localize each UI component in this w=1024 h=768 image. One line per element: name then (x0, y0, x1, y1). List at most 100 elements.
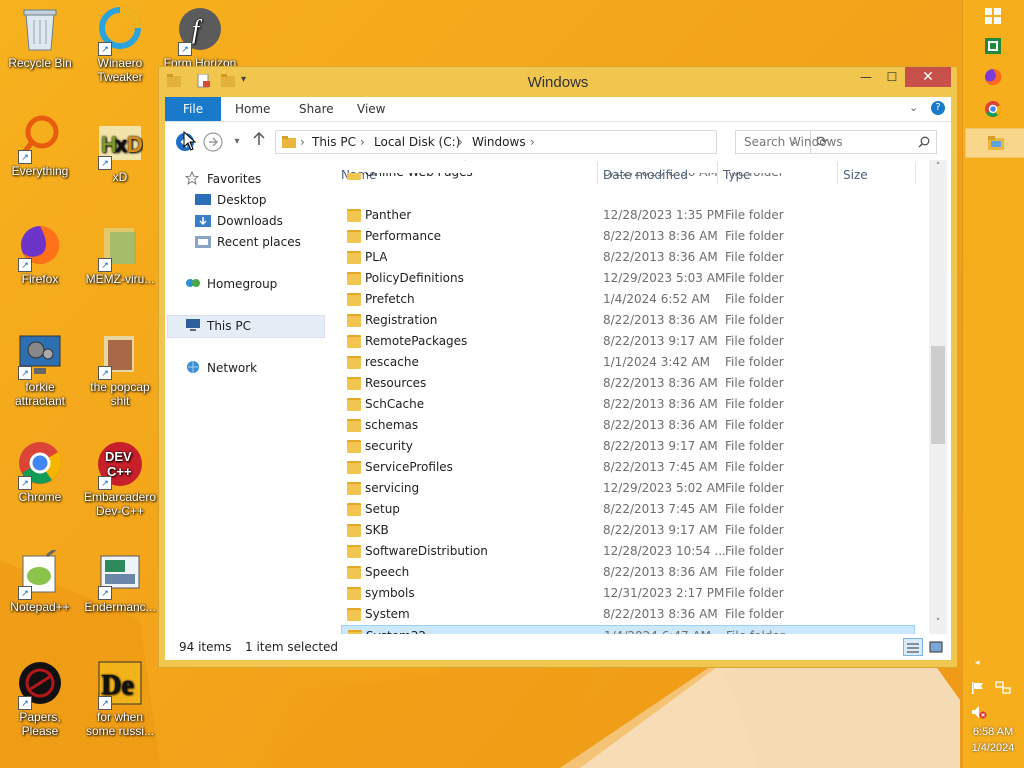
minimize-button[interactable]: — (853, 67, 879, 87)
scroll-up-icon[interactable]: ˄ (929, 162, 947, 172)
clock-date[interactable]: 1/4/2024 (962, 742, 1024, 754)
forward-button[interactable] (203, 132, 223, 152)
desktop-icon-firefox[interactable]: ↗ Firefox (0, 222, 80, 286)
desktop-icon-endermanch[interactable]: ↗ Endermanc... (80, 550, 160, 614)
desktop-icon-everything[interactable]: ↗ Everything (0, 114, 80, 178)
desktop-icon-the-popcap-shit[interactable]: ↗ the popcap shit (80, 330, 160, 408)
table-row[interactable]: ServiceProfiles 8/22/2013 7:45 AM File fol… (341, 457, 913, 478)
table-row[interactable]: PolicyDefinitions 12/29/2023 5:03 AM File … (341, 268, 913, 289)
nav-recent-places[interactable]: Recent places (195, 232, 301, 253)
breadcrumb-separator[interactable]: › (300, 131, 305, 153)
nav-favorites[interactable]: Favorites (184, 169, 261, 190)
breadcrumb-this-pc[interactable]: This PC (312, 131, 356, 153)
file-type: File folder (725, 523, 784, 537)
shortcut-arrow-icon: ↗ (98, 156, 112, 170)
desktop-icon-forkie-attractant[interactable]: ↗ forkie attractant (0, 330, 80, 408)
table-row[interactable]: Resources 8/22/2013 8:36 AM File folder (341, 373, 913, 394)
details-view-button[interactable] (903, 638, 923, 656)
breadcrumb-separator[interactable]: › (458, 131, 463, 153)
address-bar[interactable]: › This PC › Local Disk (C:) › Windows › … (275, 130, 828, 154)
chrome-icon: ↗ (16, 440, 64, 490)
table-row[interactable]: Speech 8/22/2013 8:36 AM File folder (341, 562, 913, 583)
breadcrumb-windows[interactable]: Windows (472, 131, 526, 153)
nav-homegroup[interactable]: Homegroup (185, 274, 277, 295)
table-row[interactable]: SchCache 8/22/2013 8:36 AM File folder (341, 394, 913, 415)
table-row[interactable]: PLA 8/22/2013 8:36 AM File folder (341, 247, 913, 268)
desktop-icon-recycle-bin[interactable]: Recycle Bin (0, 6, 80, 70)
search-box[interactable]: Search Windows (735, 130, 937, 154)
chrome-taskbar-icon[interactable] (979, 95, 1007, 123)
column-separator[interactable] (915, 162, 916, 184)
table-row[interactable]: Performance 8/22/2013 8:36 AM File folder (341, 226, 913, 247)
table-row[interactable]: servicing 12/29/2023 5:02 AM File folder (341, 478, 913, 499)
tab-home[interactable]: Home (225, 97, 280, 121)
nav-this-pc[interactable]: This PC (185, 316, 251, 337)
table-row[interactable]: Setup 8/22/2013 7:45 AM File folder (341, 499, 913, 520)
table-row[interactable]: security 8/22/2013 9:17 AM File folder (341, 436, 913, 457)
vertical-scrollbar[interactable]: ˄ ˅ (929, 160, 947, 634)
scroll-down-icon[interactable]: ˅ (929, 618, 947, 628)
table-row[interactable]: schemas 8/22/2013 8:36 AM File folder (341, 415, 913, 436)
file-name: System32 (366, 626, 426, 634)
help-icon[interactable]: ? (931, 101, 945, 115)
folder-icon (347, 545, 361, 558)
file-name: Resources (365, 376, 427, 390)
tray-chevron-icon[interactable]: ◂ (975, 658, 980, 668)
table-row[interactable]: Registration 8/22/2013 8:36 AM File folder (341, 310, 913, 331)
desktop-icon-memz-virus[interactable]: ↗ MEMZ-viru... (80, 222, 160, 286)
title-bar[interactable]: ▾ Windows — ☐ ✕ (159, 67, 957, 97)
table-row[interactable]: symbols 12/31/2023 2:17 PM File folder (341, 583, 913, 604)
desktop-icon-for-when-some-russi[interactable]: De ↗ for when some russi... (80, 660, 160, 738)
table-row[interactable]: System 8/22/2013 8:36 AM File folder (341, 604, 913, 625)
large-icons-view-button[interactable] (927, 638, 945, 654)
file-name: Speech (365, 565, 410, 579)
table-row[interactable]: SoftwareDistribution 12/28/2023 10:54 ...… (341, 541, 913, 562)
table-row[interactable]: Panther 12/28/2023 1:35 PM File folder (341, 205, 913, 226)
desktop-icon-embarcadero-devcpp[interactable]: DEV C++ ↗ Embarcadero Dev-C++ (80, 440, 160, 518)
expand-ribbon-chevron-icon[interactable]: ⌄ (909, 101, 918, 114)
desktop-icon-xd[interactable]: Hx D ↗ xD (80, 120, 160, 184)
breadcrumb-separator[interactable]: › (360, 131, 365, 153)
table-row[interactable]: RemotePackages 8/22/2013 9:17 AM File fold… (341, 331, 913, 352)
volume-muted-icon[interactable] (971, 704, 987, 723)
up-button[interactable] (249, 131, 269, 152)
table-row[interactable]: Online Web Pages 8/22/2013 8:36 AM File fo… (341, 173, 913, 183)
breadcrumb-local-disk[interactable]: Local Disk (C:) (374, 131, 460, 153)
firefox-taskbar-icon[interactable] (979, 63, 1007, 91)
desktop-icon-notepadpp[interactable]: ↗ Notepad++ (0, 544, 80, 614)
nav-downloads[interactable]: Downloads (195, 211, 283, 232)
nav-desktop[interactable]: Desktop (195, 190, 267, 211)
file-date: 8/22/2013 8:36 AM (603, 607, 718, 621)
close-button[interactable]: ✕ (905, 67, 951, 87)
clock-time[interactable]: 6:58 AM (962, 726, 1024, 738)
shortcut-arrow-icon: ↗ (18, 586, 32, 600)
file-date: 8/22/2013 7:45 AM (603, 502, 718, 516)
start-icon[interactable] (979, 2, 1007, 30)
desktop-icon-winaero-tweaker[interactable]: ↗ Winaero Tweaker (80, 6, 160, 84)
star-icon (184, 170, 201, 185)
desktop-icon-label: xD (112, 170, 128, 184)
tab-file[interactable]: File (165, 97, 221, 121)
network-icon[interactable] (995, 680, 1011, 699)
desktop-icon-papers-please[interactable]: ↗ Papers, Please (0, 660, 80, 738)
table-row-selected[interactable]: System32 1/4/2024 6:47 AM File folder (341, 625, 915, 634)
desktop-icon-chrome[interactable]: ↗ Chrome (0, 440, 80, 504)
explorer-taskbar-item[interactable] (965, 128, 1024, 158)
excel-icon[interactable] (979, 32, 1007, 60)
recent-locations-chevron-icon[interactable]: ▾ (227, 132, 247, 152)
nav-network[interactable]: Network (185, 358, 257, 379)
tab-share[interactable]: Share (289, 97, 344, 121)
table-row[interactable]: SKB 8/22/2013 9:17 AM File folder (341, 520, 913, 541)
file-type: File folder (725, 460, 784, 474)
desktop-icon-form-horizon[interactable]: f ↗ Form Horizon (160, 6, 240, 70)
tab-view[interactable]: View (347, 97, 395, 121)
table-row[interactable]: Prefetch 1/4/2024 6:52 AM File folder (341, 289, 913, 310)
table-row[interactable]: rescache 1/1/2024 3:42 AM File folder (341, 352, 913, 373)
folder-icon (347, 482, 361, 495)
scroll-thumb[interactable] (931, 346, 945, 444)
action-center-flag-icon[interactable] (971, 680, 985, 699)
search-input[interactable]: Search Windows (744, 131, 843, 153)
folder-icon (347, 209, 361, 222)
maximize-button[interactable]: ☐ (879, 67, 905, 87)
breadcrumb-separator[interactable]: › (530, 131, 535, 153)
